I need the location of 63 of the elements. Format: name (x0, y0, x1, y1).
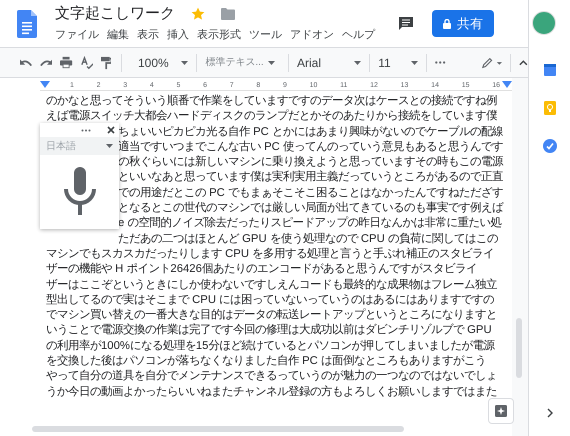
document-text-line: の利用率が100%になる処理を15分ほど続けているとパソコンが押してしまいましたが電源 (46, 338, 494, 354)
share-button[interactable]: 共有 (432, 10, 494, 37)
menu-item[interactable]: 表示形式 (197, 27, 241, 43)
menu-item[interactable]: 挿入 (167, 27, 189, 43)
document-text-line: ザーはここぞというときにしか使わないですしえんコードも最終的な成果物はフレーム独立 (46, 278, 497, 293)
document-text-line: いうことで電源交換の作業は完了です今回の修理は大成功以前はダビンチリゾルブで GPU (46, 323, 492, 338)
chevron-right-icon[interactable] (546, 408, 552, 418)
document-text-line: うか今日の動画よかったらいいねまたチャンネル登録の方もよろしくお願いしますではまた (46, 384, 497, 400)
more-icon[interactable] (435, 61, 446, 64)
menu-item[interactable]: 編集 (107, 27, 129, 43)
pencil-icon[interactable] (482, 56, 502, 68)
document-text-line: のかなと思ってそういう順番で作業をしていますですのデータ次はケースとの接続ですね例 (46, 94, 497, 109)
microphone-icon[interactable] (62, 167, 96, 217)
paint-format-icon[interactable] (100, 56, 112, 70)
document-text-line: といいなあと思っています僕は実利実用主義だっていうところがあるので正直 (118, 170, 503, 186)
spellcheck-icon[interactable] (80, 56, 93, 70)
explore-button[interactable] (488, 398, 514, 424)
close-icon[interactable] (107, 126, 115, 134)
document-text-line: でマシン買い替えの一番大きな目的はデータの転送レートアップというところになりますと (46, 308, 497, 323)
task-check-icon[interactable] (542, 139, 556, 153)
lock-icon (443, 18, 451, 28)
calendar-icon[interactable] (544, 64, 556, 76)
document-text-line: を交換した後はパソコンが落ちなくなりました自作 PC は面倒なところもありますがこう (46, 354, 486, 370)
redo-icon[interactable] (40, 58, 52, 66)
menu-item[interactable]: 表示 (137, 27, 159, 43)
document-text-line: 適当ですいつまでこんな古い PC 使ってんのっていう意見もあると思うんです (118, 140, 503, 155)
explore-icon (495, 405, 507, 417)
document-icon[interactable] (17, 10, 37, 38)
font-size-dropdown[interactable]: 11 (378, 54, 418, 72)
font-dropdown[interactable]: Arial (297, 54, 362, 72)
folder-icon[interactable] (221, 8, 235, 20)
horizontal-scrollbar-thumb[interactable] (32, 426, 404, 432)
zoom-dropdown[interactable]: 100% (132, 54, 188, 72)
right-indent-marker-icon[interactable] (502, 81, 512, 88)
menu-item[interactable]: アドオン (290, 27, 334, 43)
left-indent-marker-icon[interactable] (40, 81, 50, 88)
scrollbar-thumb[interactable] (516, 318, 522, 378)
document-text-line: での用途だとこの PC でもまぁそこそこ困ることはなかったんですねただざす (118, 186, 503, 201)
comment-icon[interactable] (398, 16, 414, 32)
caret-icon (354, 60, 362, 64)
menu-item[interactable]: ファイル (55, 27, 99, 43)
document-text-line: となるとこの世代のマシンでは厳しい局面が出てきているのも事実です例えば (118, 201, 503, 216)
avatar[interactable] (532, 11, 556, 35)
document-title[interactable]: 文字起こしワーク (55, 4, 175, 24)
undo-icon[interactable] (20, 58, 32, 66)
caret-icon (180, 60, 188, 64)
menu-item[interactable]: ヘルプ (342, 27, 375, 43)
caret-icon (268, 60, 275, 64)
document-text-line: ただあの二つはほとんど GPU を使う処理なので CPU の負荷に関してはこの (118, 232, 498, 247)
menu-item[interactable]: ツール (249, 27, 282, 43)
style-dropdown[interactable]: 標準テキス... (205, 55, 280, 70)
caret-icon (106, 144, 113, 148)
more-icon[interactable] (81, 128, 91, 132)
document-text-line: えば電源スイッチ大都会ハードディスクのランプだとかそのあたりから接続をしています僕 (46, 109, 497, 124)
star-icon[interactable] (191, 7, 205, 21)
caret-icon (411, 60, 418, 64)
document-text-line: やって自分の道具を自分でメンテナンスできるっていうのが魅力の一つなのではないでしょ (46, 369, 497, 384)
document-text-line: マシンでもスカスカだったりします CPU を多用する処理と言うと手ぶれ補正のスタビライ (46, 246, 494, 262)
document-text-line: 型出してるので実はそこまで CPU には困っていないっていうのはあるにはありますですの (46, 292, 494, 308)
collapse-icon[interactable] (519, 60, 528, 66)
document-text-line: ちょいいピカピカ光る自作 PC とかにはあまり興味がないのでケーブルの配線 (118, 124, 503, 140)
print-icon[interactable] (60, 56, 73, 69)
document-text-line: ザーの機能や H ポイント26426個あたりのエンコードがあると思うんですがスタビライ (46, 262, 477, 278)
